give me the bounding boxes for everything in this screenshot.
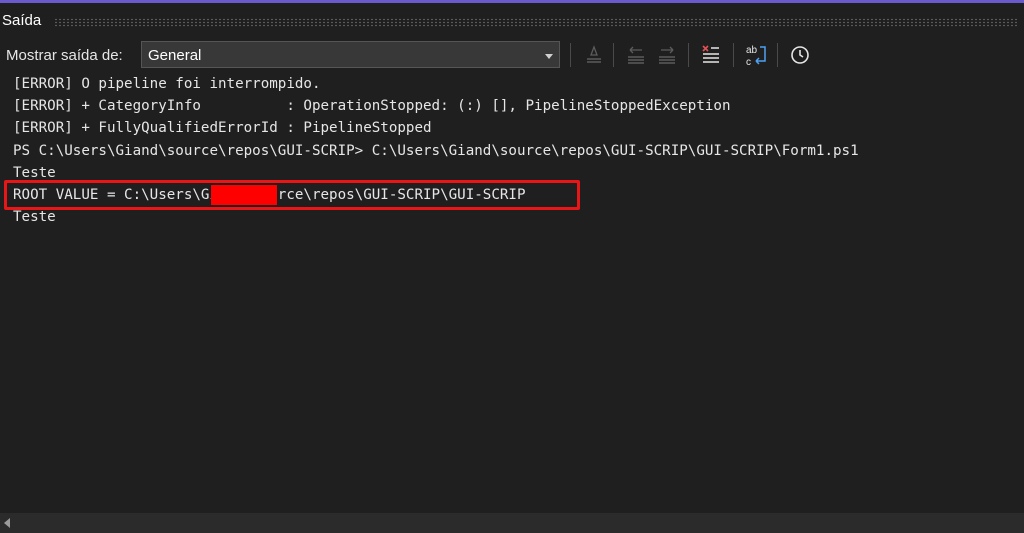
toolbar-separator bbox=[777, 43, 778, 67]
find-message-icon bbox=[587, 45, 601, 63]
highlight-annotation-box bbox=[4, 180, 580, 210]
next-message-button[interactable] bbox=[654, 42, 680, 68]
toolbar-separator bbox=[688, 43, 689, 67]
toolbar-separator bbox=[570, 43, 571, 67]
svg-text:c: c bbox=[746, 57, 751, 68]
scroll-left-arrow-icon[interactable] bbox=[4, 518, 10, 528]
panel-title-bar[interactable]: Saída bbox=[0, 3, 1024, 36]
previous-message-icon bbox=[628, 46, 644, 64]
output-source-dropdown[interactable]: General bbox=[141, 41, 560, 68]
word-wrap-icon: ab c bbox=[746, 45, 766, 68]
output-line: PS C:\Users\Giand\source\repos\GUI-SCRIP… bbox=[13, 143, 859, 159]
output-text-area[interactable]: [ERROR] O pipeline foi interrompido. [ER… bbox=[0, 72, 1024, 512]
clear-all-button[interactable] bbox=[698, 42, 724, 68]
toolbar-separator bbox=[733, 43, 734, 67]
horizontal-scrollbar[interactable] bbox=[0, 513, 1024, 533]
output-toolbar: Mostrar saída de: General ab c bbox=[0, 36, 1024, 72]
timestamp-button[interactable] bbox=[787, 42, 813, 68]
svg-text:ab: ab bbox=[746, 45, 758, 56]
toolbar-separator bbox=[613, 43, 614, 67]
next-message-icon bbox=[659, 46, 675, 64]
find-message-button[interactable] bbox=[581, 42, 607, 68]
word-wrap-button[interactable]: ab c bbox=[743, 42, 769, 68]
chevron-down-icon bbox=[545, 54, 553, 59]
panel-drag-grip[interactable] bbox=[54, 18, 1018, 27]
output-line: [ERROR] O pipeline foi interrompido. bbox=[13, 76, 321, 92]
source-label: Mostrar saída de: bbox=[6, 47, 123, 64]
output-source-value: General bbox=[148, 47, 202, 64]
redaction-mark bbox=[211, 185, 277, 205]
previous-message-button[interactable] bbox=[623, 42, 649, 68]
output-line: [ERROR] + CategoryInfo : OperationStoppe… bbox=[13, 98, 731, 114]
clear-all-icon bbox=[702, 45, 719, 63]
panel-title: Saída bbox=[2, 12, 42, 29]
timestamp-icon bbox=[791, 46, 809, 64]
output-line: [ERROR] + FullyQualifiedErrorId : Pipeli… bbox=[13, 120, 432, 136]
